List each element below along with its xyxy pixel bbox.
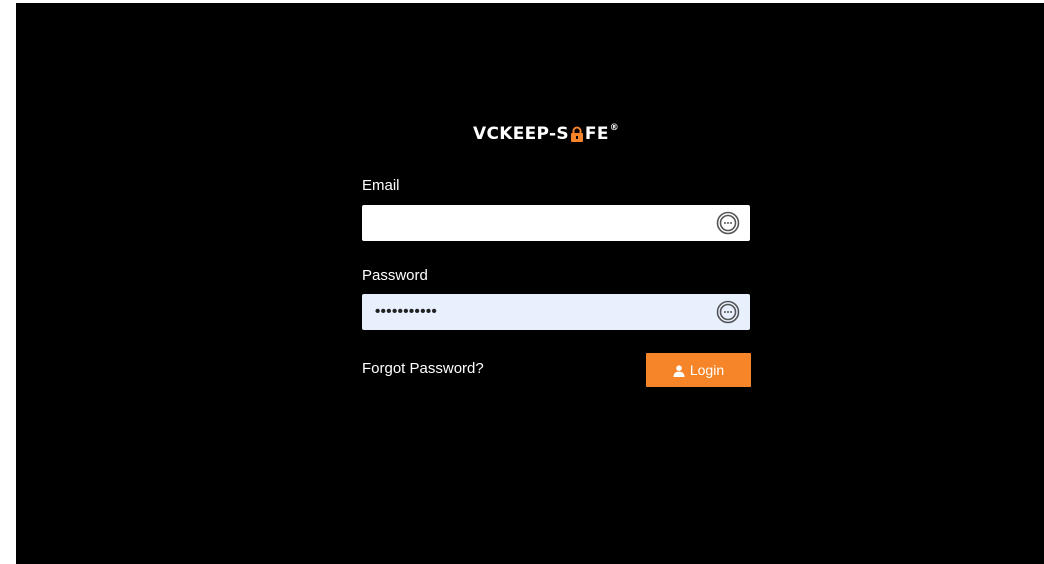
password-field-container: •••••••••••	[362, 294, 750, 330]
login-button-label: Login	[689, 362, 725, 378]
password-label: Password	[362, 267, 428, 284]
user-icon	[673, 364, 685, 377]
brand-name-part1: VCKEEP-S	[473, 124, 569, 144]
login-screen: VCKEEP-S FE ® Email Password •••••••••••	[16, 3, 1044, 564]
brand-logo: VCKEEP-S FE ®	[473, 123, 619, 145]
password-field[interactable]: •••••••••••	[375, 303, 437, 320]
lock-icon	[570, 126, 584, 143]
password-manager-icon[interactable]	[716, 211, 740, 235]
forgot-password-link[interactable]: Forgot Password?	[362, 360, 484, 377]
registered-mark: ®	[609, 123, 620, 133]
email-field-container	[362, 205, 750, 241]
brand-name-part2: FE	[584, 124, 609, 144]
email-field[interactable]	[362, 205, 750, 241]
email-label: Email	[362, 177, 400, 194]
login-button[interactable]: Login	[646, 353, 751, 387]
password-manager-icon[interactable]	[716, 300, 740, 324]
